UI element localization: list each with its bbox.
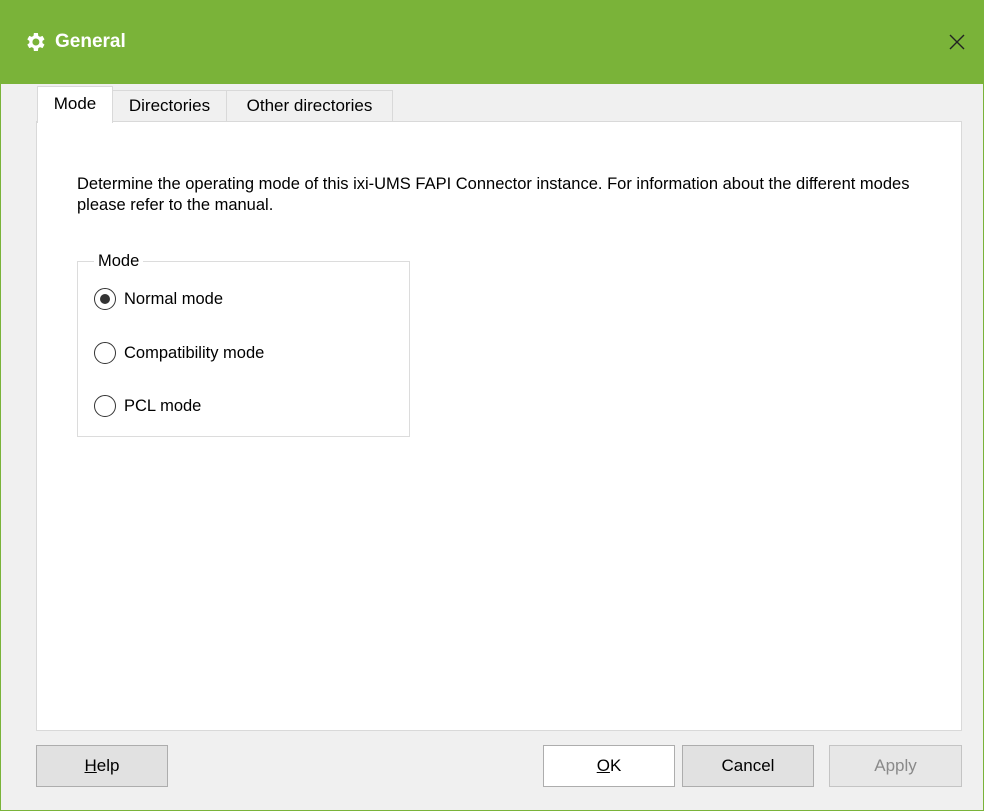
- cancel-button[interactable]: Cancel: [682, 745, 814, 787]
- radio-pcl-mode-label: PCL mode: [124, 397, 202, 415]
- tab-mode[interactable]: Mode: [37, 86, 113, 123]
- tab-other-directories[interactable]: Other directories: [227, 90, 393, 122]
- ok-label-rest: K: [609, 756, 622, 775]
- mode-group-label: Mode: [94, 251, 144, 271]
- dialog-window: General Mode Directories Other directori…: [0, 0, 984, 811]
- tab-panel-mode: Determine the operating mode of this ixi…: [36, 121, 962, 731]
- tab-directories-label: Directories: [128, 96, 211, 115]
- apply-button[interactable]: Apply: [829, 745, 962, 787]
- close-icon: [949, 34, 965, 50]
- close-button[interactable]: [937, 24, 977, 60]
- radio-compatibility-mode[interactable]: Compatibility mode: [94, 341, 264, 365]
- radio-normal-mode[interactable]: Normal mode: [94, 287, 223, 311]
- help-label-rest: elp: [96, 756, 120, 775]
- radio-pcl-mode[interactable]: PCL mode: [94, 394, 201, 418]
- mode-group-box: Mode Normal mode Compatibility mode PCL …: [77, 251, 410, 437]
- radio-dot: [100, 294, 110, 304]
- apply-label: Apply: [874, 756, 917, 775]
- radio-button-selected[interactable]: [94, 288, 116, 310]
- radio-button[interactable]: [94, 395, 116, 417]
- radio-compatibility-mode-label: Compatibility mode: [124, 344, 265, 362]
- gear-icon: [27, 33, 45, 51]
- window-title: General: [55, 31, 126, 52]
- help-button[interactable]: Help: [36, 745, 168, 787]
- cancel-label: Cancel: [721, 756, 775, 775]
- mode-description: Determine the operating mode of this ixi…: [77, 175, 910, 214]
- radio-normal-mode-label: Normal mode: [124, 290, 224, 308]
- tab-directories[interactable]: Directories: [113, 90, 227, 122]
- title-bar[interactable]: General: [1, 0, 983, 84]
- tab-mode-label: Mode: [53, 94, 97, 113]
- radio-button[interactable]: [94, 342, 116, 364]
- ok-mnemonic: O: [596, 756, 610, 775]
- help-mnemonic: H: [84, 756, 97, 775]
- ok-button[interactable]: OK: [543, 745, 675, 787]
- tab-other-directories-label: Other directories: [246, 96, 373, 115]
